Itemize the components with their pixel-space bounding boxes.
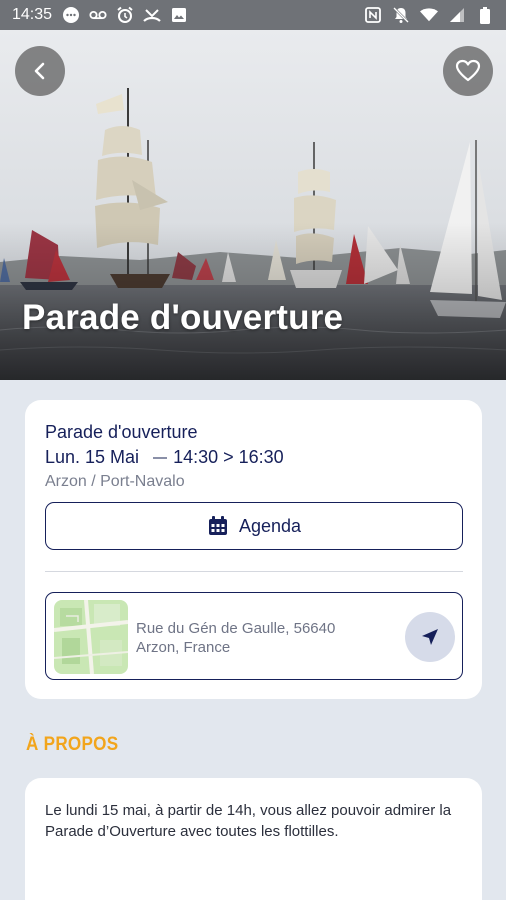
- missed-call-icon: [143, 6, 161, 24]
- agenda-label: Agenda: [238, 515, 302, 536]
- status-time: 14:35: [12, 6, 53, 23]
- voicemail-icon: [89, 6, 107, 24]
- calendar-icon: [208, 516, 227, 535]
- address-line2: Arzon, France: [136, 639, 231, 656]
- datetime-separator: [153, 456, 168, 459]
- favorite-button[interactable]: [443, 46, 493, 96]
- event-info-card: Parade d'ouverture Lun. 15 Mai 14:30 > 1…: [25, 400, 482, 699]
- hero-title: Parade d'ouverture: [22, 298, 344, 337]
- event-time: 14:30 > 16:30: [173, 447, 284, 467]
- battery-icon: [476, 6, 494, 24]
- back-button[interactable]: [15, 46, 65, 96]
- chat-bubble-icon: [62, 6, 80, 24]
- event-place: Arzon / Port-Navalo: [45, 473, 185, 490]
- address-text: Rue du Gén de Gaulle, 56640 Arzon, Franc…: [136, 619, 335, 657]
- about-section-title: À PROPOS: [26, 734, 119, 755]
- heart-icon: [455, 59, 481, 82]
- add-to-agenda-button[interactable]: Agenda: [45, 502, 463, 550]
- address-line1: Rue du Gén de Gaulle, 56640: [136, 620, 336, 637]
- mute-icon: [392, 6, 410, 24]
- status-bar: 14:35: [0, 0, 506, 30]
- map-thumbnail[interactable]: [54, 600, 128, 674]
- hero-image: Parade d'ouverture: [0, 30, 506, 380]
- about-text: Le lundi 15 mai, à partir de 14h, vous a…: [45, 802, 452, 840]
- directions-button[interactable]: [405, 612, 455, 662]
- navigation-arrow-icon: [422, 629, 438, 645]
- event-date: Lun. 15 Mai: [45, 447, 140, 467]
- about-card: Le lundi 15 mai, à partir de 14h, vous a…: [25, 778, 482, 900]
- address-box[interactable]: Rue du Gén de Gaulle, 56640 Arzon, Franc…: [45, 592, 463, 680]
- nfc-icon: [364, 6, 382, 24]
- image-icon: [170, 6, 188, 24]
- event-title: Parade d'ouverture: [45, 422, 198, 442]
- event-datetime: Lun. 15 Mai 14:30 > 16:30: [45, 447, 284, 468]
- signal-icon: [448, 6, 466, 24]
- wifi-icon: [420, 6, 438, 24]
- alarm-icon: [116, 6, 134, 24]
- divider: [45, 571, 463, 572]
- chevron-left-icon: [34, 62, 45, 80]
